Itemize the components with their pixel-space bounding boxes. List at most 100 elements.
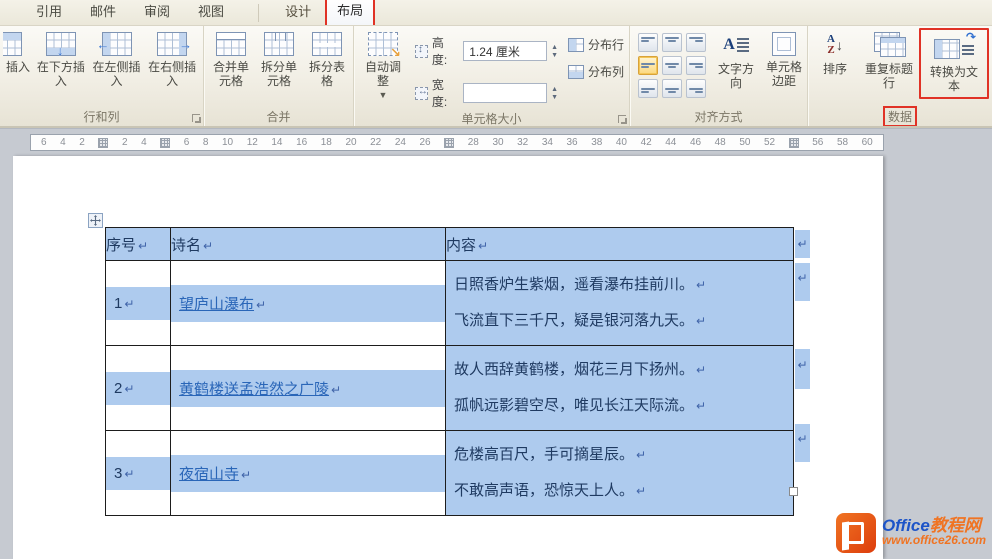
ruler-tick-label: 2 [121, 137, 128, 148]
header-cell-no[interactable]: 序号 ↵ [105, 227, 171, 261]
poem-link[interactable]: 望庐山瀑布 [179, 296, 254, 313]
ruler-tick-label: 6 [41, 137, 47, 148]
insert-above-button[interactable]: 插入 [3, 28, 33, 76]
ruler-tick-label: 36 [566, 137, 578, 148]
split-cells-button[interactable]: 拆分单元格 [255, 28, 303, 91]
table-boundary-marker [788, 137, 799, 148]
row-height-spinner[interactable]: ▲ ▼ [551, 44, 558, 59]
ruler-tick-label: 46 [689, 137, 702, 148]
tab-table-design[interactable]: 设计 [271, 0, 325, 25]
merge-cells-icon [216, 32, 246, 56]
sort-az-icon: AZ ↓ [827, 33, 843, 56]
ruler-tick-label: 8 [202, 137, 209, 148]
office-logo-icon [835, 513, 876, 553]
table-row: 1 ↵ 望庐山瀑布 ↵ 日照香炉生紫烟，遥看瀑布挂前川。 ↵ 飞流直下三千尺，疑是银河… [105, 260, 794, 346]
split-cells-icon [264, 32, 294, 56]
cell-margins-button[interactable]: 单元格边距 [760, 28, 808, 91]
row-height-input[interactable]: 1.24 厘米 [463, 41, 548, 61]
rows-columns-dialog-launcher[interactable] [192, 114, 201, 123]
row-end-marker: ↵ [795, 263, 810, 301]
autofit-button[interactable]: ↘ 自动调整 ▼ [357, 28, 409, 100]
table-resize-handle[interactable] [789, 487, 798, 496]
cell-poem-content[interactable]: 故人西辞黄鹤楼，烟花三月下扬州。 ↵ 孤帆远影碧空尽，唯见长江天际流。 ↵ [445, 345, 794, 431]
tab-view[interactable]: 视图 [184, 0, 238, 25]
move-arrows-icon [90, 215, 101, 226]
cell-poem-title[interactable]: 夜宿山寺 ↵ [170, 430, 446, 516]
document-page[interactable]: 序号 ↵ 诗名 ↵ 内容 ↵ 1 ↵ 望庐山瀑布 ↵ 日照香炉生紫烟，遥看瀑布挂前川。 ↵ … [13, 156, 883, 559]
align-top-center-button[interactable] [662, 33, 682, 52]
tab-table-layout[interactable]: 布局 [325, 0, 376, 25]
align-center-right-button[interactable] [686, 56, 706, 75]
tab-review[interactable]: 审阅 [130, 0, 184, 25]
group-cell-size: ↘ 自动调整 ▼ 高度: 1.24 厘米 ▲▼ 宽度: ▲▼ [354, 26, 630, 126]
align-bottom-right-button[interactable] [686, 79, 706, 98]
ruler-tick-label: 4 [141, 137, 147, 148]
merge-cells-button[interactable]: 合并单元格 [207, 28, 255, 91]
convert-to-text-button[interactable]: ↷ 转换为文本 [922, 30, 986, 96]
sort-button[interactable]: AZ ↓ 排序 [811, 28, 859, 78]
align-bottom-left-button[interactable] [638, 79, 658, 98]
cell-row-number[interactable]: 2 ↵ [105, 345, 171, 431]
align-bottom-center-button[interactable] [662, 79, 682, 98]
row-height-icon [414, 44, 428, 58]
split-table-button[interactable]: 拆分表格 [303, 28, 351, 91]
ruler-tick-label: 60 [861, 137, 873, 148]
cell-poem-content[interactable]: 危楼高百尺，手可摘星辰。 ↵ 不敢高声语，恐惊天上人。 ↵ [445, 430, 794, 516]
ruler-tick-label: 24 [394, 137, 406, 148]
insert-above-icon [3, 32, 22, 56]
header-cell-content[interactable]: 内容 ↵ [445, 227, 794, 261]
ruler-tick-label: 28 [467, 137, 479, 148]
cell-poem-content[interactable]: 日照香炉生紫烟，遥看瀑布挂前川。 ↵ 飞流直下三千尺，疑是银河落九天。 ↵ [445, 260, 794, 346]
cell-poem-title[interactable]: 望庐山瀑布 ↵ [170, 260, 446, 346]
row-end-marker: ↵ [795, 230, 810, 258]
distribute-columns-button[interactable]: 分布列 [567, 63, 624, 80]
document-area: 序号 ↵ 诗名 ↵ 内容 ↵ 1 ↵ 望庐山瀑布 ↵ 日照香炉生紫烟，遥看瀑布挂前川。 ↵ … [0, 156, 992, 559]
group-rows-columns: 插入 ↓ 在下方插入 ← 在左侧插入 → 在右侧插入 行和列 [0, 26, 204, 126]
distribute-rows-button[interactable]: 分布行 [567, 36, 624, 53]
header-cell-title[interactable]: 诗名 ↵ [170, 227, 446, 261]
ruler-tick-label: 50 [739, 137, 751, 148]
ruler-tick-label: 2 [79, 137, 85, 148]
ruler-tick-label: 32 [517, 137, 529, 148]
repeat-header-rows-button[interactable]: 重复标题行 [859, 28, 919, 93]
column-width-label: 宽度: [431, 78, 448, 109]
table-boundary-marker [98, 137, 109, 148]
align-center-left-button[interactable] [638, 56, 658, 75]
ribbon-tab-bar: 引用 邮件 审阅 视图 设计 布局 [0, 0, 992, 26]
ruler-tick-label: 10 [222, 137, 234, 148]
group-label-alignment: 对齐方式 [694, 110, 743, 124]
column-width-spinner[interactable]: ▲ ▼ [551, 86, 558, 101]
poem-link[interactable]: 夜宿山寺 [179, 466, 239, 483]
text-direction-button[interactable]: A 文字方向 [712, 28, 760, 93]
align-center-center-button[interactable] [662, 56, 682, 75]
cell-row-number[interactable]: 1 ↵ [105, 260, 171, 346]
ruler-tick-label: 30 [492, 137, 504, 148]
align-top-left-button[interactable] [638, 33, 658, 52]
column-width-input[interactable] [463, 83, 548, 103]
word-window: 引用 邮件 审阅 视图 设计 布局 插入 ↓ 在下方插入 ← 在左侧插入 → 在… [0, 0, 992, 559]
ruler-tick-label: 22 [370, 137, 382, 148]
align-top-right-button[interactable] [686, 33, 706, 52]
ruler-tick-label: 4 [60, 137, 66, 148]
table-move-handle[interactable] [88, 213, 103, 228]
horizontal-ruler[interactable]: 6 4 2 2 4 6 8 10 12 14 16 18 20 22 24 26 28 30 32 34 36 38 40 4… [30, 134, 884, 151]
tab-references[interactable]: 引用 [22, 0, 76, 25]
table-header-row: 序号 ↵ 诗名 ↵ 内容 ↵ [105, 227, 794, 261]
insert-below-button[interactable]: ↓ 在下方插入 [33, 28, 89, 91]
insert-right-button[interactable]: → 在右侧插入 [144, 28, 200, 91]
poems-table[interactable]: 序号 ↵ 诗名 ↵ 内容 ↵ 1 ↵ 望庐山瀑布 ↵ 日照香炉生紫烟，遥看瀑布挂前川。 ↵ … [105, 227, 794, 516]
split-table-icon [312, 32, 342, 56]
poem-link[interactable]: 黄鹤楼送孟浩然之广陵 [179, 381, 329, 398]
cell-row-number[interactable]: 3 ↵ [105, 430, 171, 516]
cell-size-dialog-launcher[interactable] [618, 115, 627, 124]
group-alignment: A 文字方向 单元格边距 对齐方式 [630, 26, 808, 126]
tab-mailings[interactable]: 邮件 [76, 0, 130, 25]
text-direction-icon: A [723, 32, 749, 58]
table-row: 3 ↵ 夜宿山寺 ↵ 危楼高百尺，手可摘星辰。 ↵ 不敢高声语，恐惊天上人。 ↵ [105, 430, 794, 516]
table-boundary-marker [444, 137, 455, 148]
table-boundary-marker [160, 137, 171, 148]
insert-left-button[interactable]: ← 在左侧插入 [89, 28, 145, 91]
cell-poem-title[interactable]: 黄鹤楼送孟浩然之广陵 ↵ [170, 345, 446, 431]
convert-to-text-icon: ↷ [934, 30, 976, 61]
ruler-tick-label: 38 [591, 137, 603, 148]
